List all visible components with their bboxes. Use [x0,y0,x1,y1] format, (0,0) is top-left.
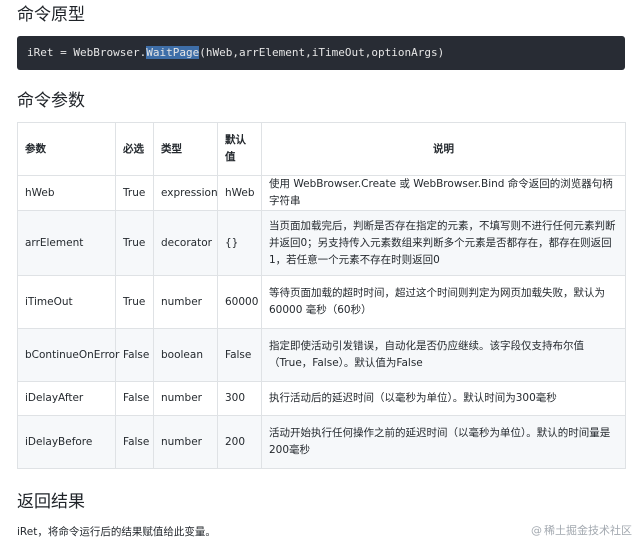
table-row: iDelayAfter False number 300 执行活动后的延迟时间（… [17,381,626,416]
table-row: iDelayBefore False number 200 活动开始执行任何操作… [17,415,626,469]
cell-type: decorator [153,210,218,276]
cell-default: hWeb [217,175,262,211]
cell-required: True [115,210,154,276]
cell-default: 60000 [217,275,262,329]
code-args: (hWeb,arrElement,iTimeOut,optionArgs) [199,46,445,59]
table-row: arrElement True decorator {} 当页面加载完后，判断是… [17,210,626,276]
header-param: 参数 [17,122,116,176]
cell-default: False [217,328,262,382]
cell-description: 指定即使活动引发错误，自动化是否仍应继续。该字段仅支持布尔值（True，Fals… [261,328,626,382]
code-prefix: iRet = WebBrowser. [27,46,147,59]
cell-param: bContinueOnError [17,328,119,382]
cell-default: 300 [217,381,262,416]
cell-type: number [153,275,218,329]
cell-required: False [115,415,154,469]
watermark-text: 稀土掘金技术社区 [544,524,632,537]
cell-default: {} [217,210,262,276]
cell-required: True [115,275,154,329]
header-default: 默认值 [217,122,262,176]
cell-required: False [115,328,154,382]
table-header-row: 参数 必选 类型 默认值 说明 [17,122,626,176]
cell-param: hWeb [17,175,116,211]
cell-description: 使用 WebBrowser.Create 或 WebBrowser.Bind 命… [261,175,626,211]
cell-param: iDelayAfter [17,381,116,416]
cell-param: arrElement [17,210,116,276]
watermark: @ 稀土掘金技术社区 [531,523,632,539]
result-heading: 返回结果 [17,492,85,512]
cell-description: 活动开始执行任何操作之前的延迟时间（以毫秒为单位）。默认的时间量是200毫秒 [261,415,626,469]
header-required: 必选 [115,122,154,176]
params-heading: 命令参数 [17,91,85,111]
header-type: 类型 [153,122,218,176]
cell-param: iTimeOut [17,275,116,329]
cell-type: expression [153,175,218,211]
table-row: hWeb True expression hWeb 使用 WebBrowser.… [17,175,626,211]
table-row: bContinueOnError False boolean False 指定即… [17,328,626,382]
cell-type: number [153,381,218,416]
cell-required: False [115,381,154,416]
watermark-at: @ [531,524,542,537]
cell-description: 等待页面加载的超时时间，超过这个时间则判定为网页加载失败，默认为60000 毫秒… [261,275,626,329]
cell-required: True [115,175,154,211]
cell-description: 当页面加载完后，判断是否存在指定的元素，不填写则不进行任何元素判断并返回0；另支… [261,210,626,276]
table-row: iTimeOut True number 60000 等待页面加载的超时时间，超… [17,275,626,329]
cell-param: iDelayBefore [17,415,116,469]
header-description: 说明 [261,122,626,176]
cell-type: number [153,415,218,469]
result-description: iRet，将命令运行后的结果赋值给此变量。 [17,526,216,538]
params-table: 参数 必选 类型 默认值 说明 hWeb True expression hWe… [17,122,626,469]
cell-type: boolean [153,328,218,382]
code-block: iRet = WebBrowser.WaitPage(hWeb,arrEleme… [17,36,625,70]
code-highlight: WaitPage [146,46,200,59]
cell-description: 执行活动后的延迟时间（以毫秒为单位）。默认时间为300毫秒 [261,381,626,416]
cell-default: 200 [217,415,262,469]
prototype-heading: 命令原型 [17,5,85,25]
